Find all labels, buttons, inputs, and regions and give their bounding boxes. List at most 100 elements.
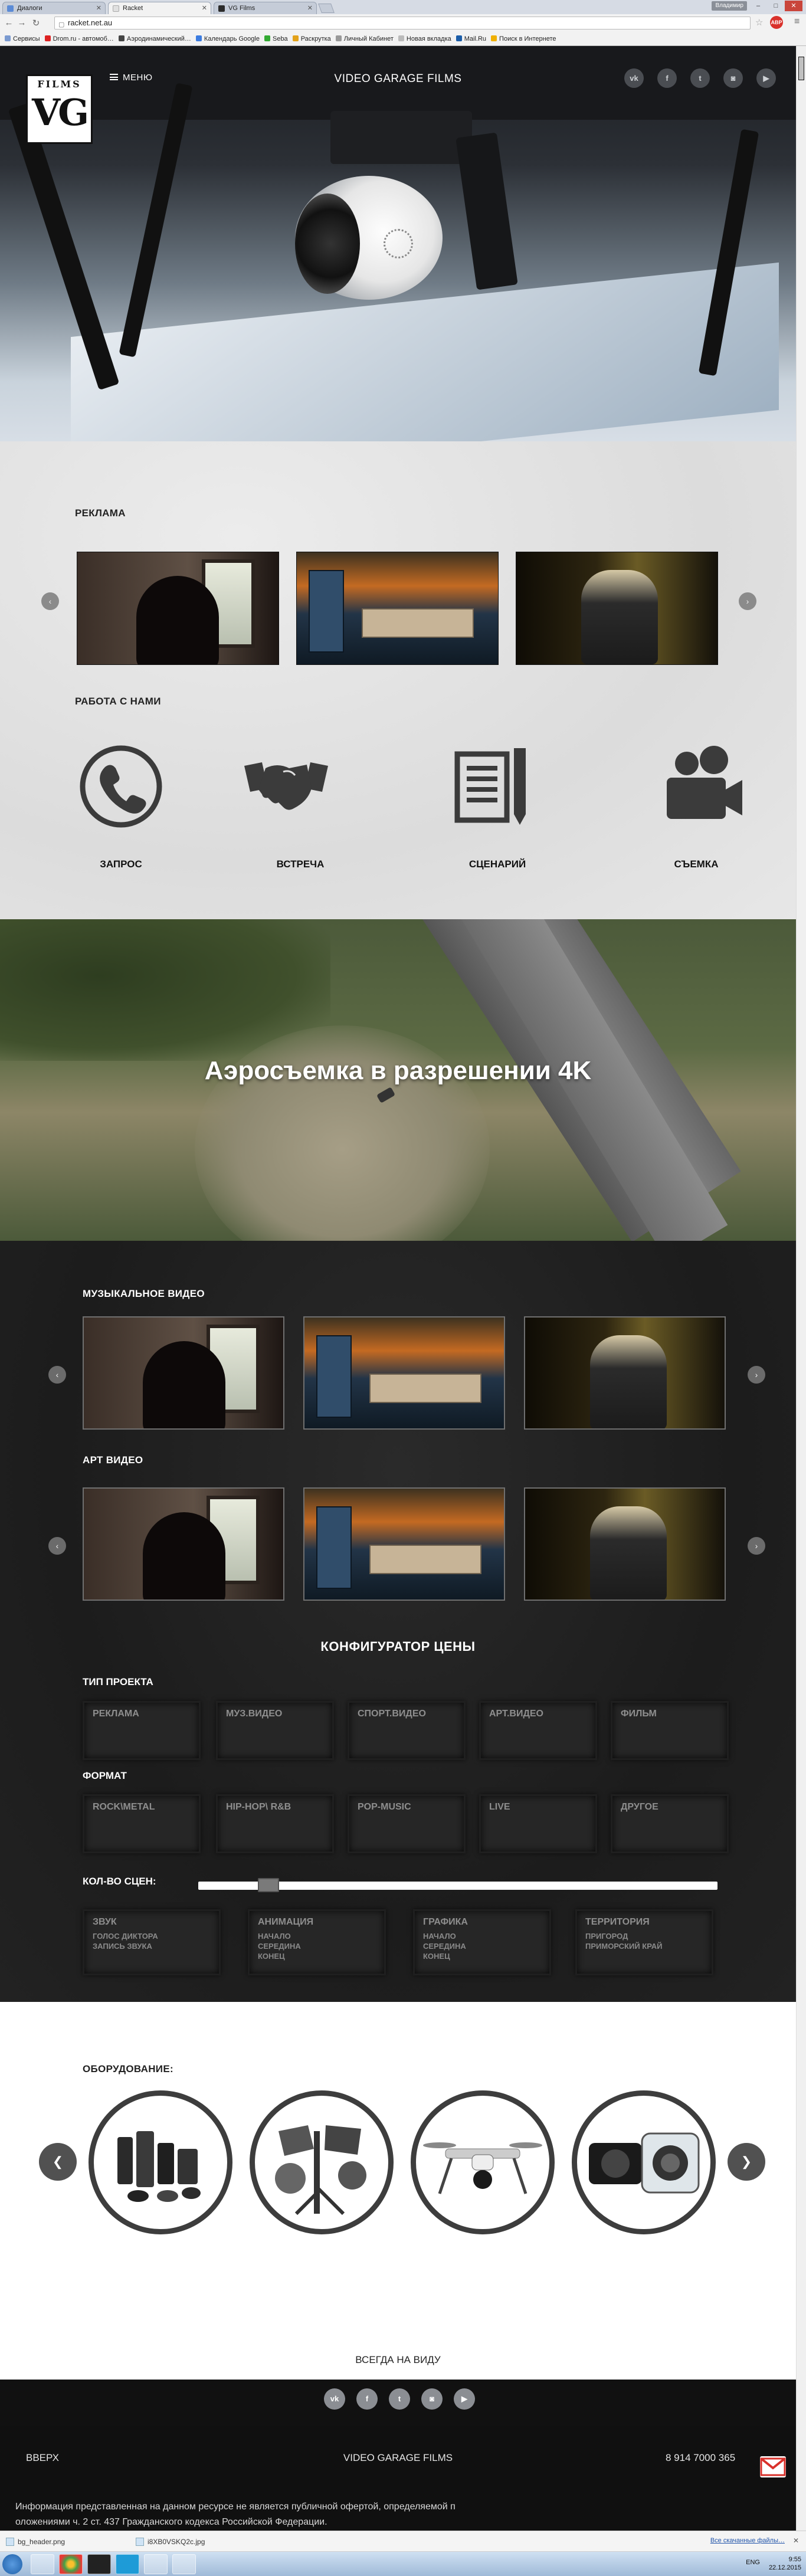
bookmark-item[interactable]: Mail.Ru xyxy=(456,32,486,46)
new-tab-button[interactable] xyxy=(318,4,335,13)
ad-video-thumbnail[interactable] xyxy=(516,552,718,665)
bookmark-item[interactable]: Seba xyxy=(264,32,288,46)
download-item[interactable]: i8XB0VSKQ2c.jpg xyxy=(135,2536,205,2548)
music-video-thumbnail[interactable] xyxy=(83,1316,284,1430)
project-type-option[interactable]: ФИЛЬМ xyxy=(611,1701,729,1760)
mail-icon[interactable] xyxy=(760,2456,786,2477)
tab-dialogs[interactable]: Диалоги ✕ xyxy=(2,2,106,14)
carousel-next-button[interactable]: › xyxy=(748,1537,765,1555)
extra-option-line[interactable]: КОНЕЦ xyxy=(258,1951,376,1961)
batman-app-icon[interactable] xyxy=(87,2554,111,2574)
youtube-icon[interactable]: ▶ xyxy=(756,68,776,88)
project-type-option[interactable]: СПОРТ.ВИДЕО xyxy=(348,1701,466,1760)
clock[interactable]: 9:55 22.12.2015 xyxy=(769,2555,801,2572)
bookmark-item[interactable]: Раскрутка xyxy=(292,32,331,46)
carousel-prev-button[interactable]: ‹ xyxy=(48,1366,66,1384)
extra-option[interactable]: ЗВУК ГОЛОС ДИКТОРА ЗАПИСЬ ЗВУКА xyxy=(83,1909,221,1975)
scrollbar-thumb[interactable] xyxy=(798,57,804,80)
lenses-icon[interactable] xyxy=(89,2090,232,2234)
skype-taskbar-icon[interactable] xyxy=(116,2554,139,2574)
music-video-thumbnail[interactable] xyxy=(303,1316,505,1430)
close-tab-icon[interactable]: ✕ xyxy=(202,2,207,14)
bookmark-item[interactable]: Сервисы xyxy=(5,32,40,46)
project-type-option[interactable]: РЕКЛАМА xyxy=(83,1701,201,1760)
art-video-thumbnail[interactable] xyxy=(524,1487,726,1601)
extra-option-line[interactable]: СЕРЕДИНА xyxy=(423,1941,541,1951)
instagram-icon[interactable]: ◙ xyxy=(421,2388,443,2410)
extra-option-line[interactable]: НАЧАЛО xyxy=(423,1931,541,1941)
instagram-icon[interactable]: ◙ xyxy=(723,68,743,88)
vk-icon[interactable]: vk xyxy=(624,68,644,88)
footer-phone[interactable]: 8 914 7000 365 xyxy=(666,2452,735,2464)
app-taskbar-icon[interactable] xyxy=(172,2554,196,2574)
format-option[interactable]: POP-MUSIC xyxy=(348,1794,466,1853)
extra-option[interactable]: ТЕРРИТОРИЯ ПРИГОРОД ПРИМОРСКИЙ КРАЙ xyxy=(575,1909,713,1975)
art-video-thumbnail[interactable] xyxy=(83,1487,284,1601)
carousel-next-button[interactable]: › xyxy=(748,1366,765,1384)
format-option[interactable]: ROCK\METAL xyxy=(83,1794,201,1853)
carousel-prev-button[interactable]: ‹ xyxy=(41,592,59,610)
twitter-icon[interactable]: t xyxy=(389,2388,410,2410)
extra-option-line[interactable]: ГОЛОС ДИКТОРА xyxy=(93,1931,211,1941)
bookmark-star-icon[interactable]: ☆ xyxy=(755,17,763,28)
maximize-button[interactable]: □ xyxy=(767,1,785,11)
chrome-taskbar-icon[interactable] xyxy=(59,2554,83,2574)
equipment-prev-button[interactable]: ❮ xyxy=(39,2143,77,2181)
project-type-option[interactable]: АРТ.ВИДЕО xyxy=(479,1701,597,1760)
profile-badge[interactable]: Владимир xyxy=(712,1,747,11)
drone-icon[interactable] xyxy=(411,2090,555,2234)
format-option[interactable]: LIVE xyxy=(479,1794,597,1853)
address-bar[interactable]: ▢ racket.net.au xyxy=(54,17,751,30)
extra-option-line[interactable]: СЕРЕДИНА xyxy=(258,1941,376,1951)
close-tab-icon[interactable]: ✕ xyxy=(307,2,313,14)
ad-video-thumbnail[interactable] xyxy=(296,552,499,665)
extra-option[interactable]: ГРАФИКА НАЧАЛО СЕРЕДИНА КОНЕЦ xyxy=(413,1909,551,1975)
bookmark-item[interactable]: Личный Кабинет xyxy=(335,32,394,46)
app-taskbar-icon[interactable] xyxy=(144,2554,168,2574)
format-option[interactable]: ДРУГОЕ xyxy=(611,1794,729,1853)
start-button[interactable] xyxy=(2,2554,22,2574)
bookmark-item[interactable]: Drom.ru - автомоб… xyxy=(44,32,114,46)
extra-option-line[interactable]: КОНЕЦ xyxy=(423,1951,541,1961)
vk-icon[interactable]: vk xyxy=(324,2388,345,2410)
twitter-icon[interactable]: t xyxy=(690,68,710,88)
bookmark-item[interactable]: Календарь Google xyxy=(195,32,260,46)
bookmark-item[interactable]: Поиск в Интернете xyxy=(491,32,556,46)
download-item[interactable]: bg_header.png xyxy=(5,2536,65,2548)
carousel-next-button[interactable]: › xyxy=(739,592,756,610)
scenes-slider-handle[interactable] xyxy=(258,1878,280,1892)
language-indicator[interactable]: ENG xyxy=(746,2559,760,2566)
extra-option-line[interactable]: НАЧАЛО xyxy=(258,1931,376,1941)
all-downloads-link[interactable]: Все скачанные файлы… xyxy=(710,2537,785,2544)
bookmark-item[interactable]: Новая вкладка xyxy=(398,32,451,46)
art-video-thumbnail[interactable] xyxy=(303,1487,505,1601)
tab-vg-films[interactable]: VG Films ✕ xyxy=(214,2,317,14)
extra-option-line[interactable]: ПРИГОРОД xyxy=(585,1931,703,1941)
minimize-button[interactable]: – xyxy=(749,1,767,11)
browser-menu-icon[interactable]: ≡ xyxy=(794,17,800,27)
tab-racket[interactable]: Racket ✕ xyxy=(108,2,211,14)
ad-video-thumbnail[interactable] xyxy=(77,552,279,665)
reload-icon[interactable]: ↻ xyxy=(31,18,41,28)
youtube-icon[interactable]: ▶ xyxy=(454,2388,475,2410)
forward-icon[interactable]: → xyxy=(17,18,27,28)
close-downloads-icon[interactable]: ✕ xyxy=(793,2536,799,2545)
bookmark-item[interactable]: Аэродинамический… xyxy=(118,32,191,46)
extra-option-line[interactable]: ПРИМОРСКИЙ КРАЙ xyxy=(585,1941,703,1951)
lights-icon[interactable] xyxy=(250,2090,394,2234)
facebook-icon[interactable]: f xyxy=(356,2388,378,2410)
page-scrollbar[interactable] xyxy=(796,46,806,2531)
underwater-camera-icon[interactable] xyxy=(572,2090,716,2234)
format-option[interactable]: HIP-HOP\ R&B xyxy=(216,1794,334,1853)
music-video-thumbnail[interactable] xyxy=(524,1316,726,1430)
extension-icon[interactable]: ABP xyxy=(770,16,783,29)
back-icon[interactable]: ← xyxy=(4,18,14,28)
close-tab-icon[interactable]: ✕ xyxy=(96,2,101,14)
project-type-option[interactable]: МУЗ.ВИДЕО xyxy=(216,1701,334,1760)
extra-option-line[interactable]: ЗАПИСЬ ЗВУКА xyxy=(93,1941,211,1951)
close-window-button[interactable]: ✕ xyxy=(785,1,802,11)
facebook-icon[interactable]: f xyxy=(657,68,677,88)
carousel-prev-button[interactable]: ‹ xyxy=(48,1537,66,1555)
explorer-taskbar-icon[interactable] xyxy=(31,2554,54,2574)
extra-option[interactable]: АНИМАЦИЯ НАЧАЛО СЕРЕДИНА КОНЕЦ xyxy=(248,1909,386,1975)
